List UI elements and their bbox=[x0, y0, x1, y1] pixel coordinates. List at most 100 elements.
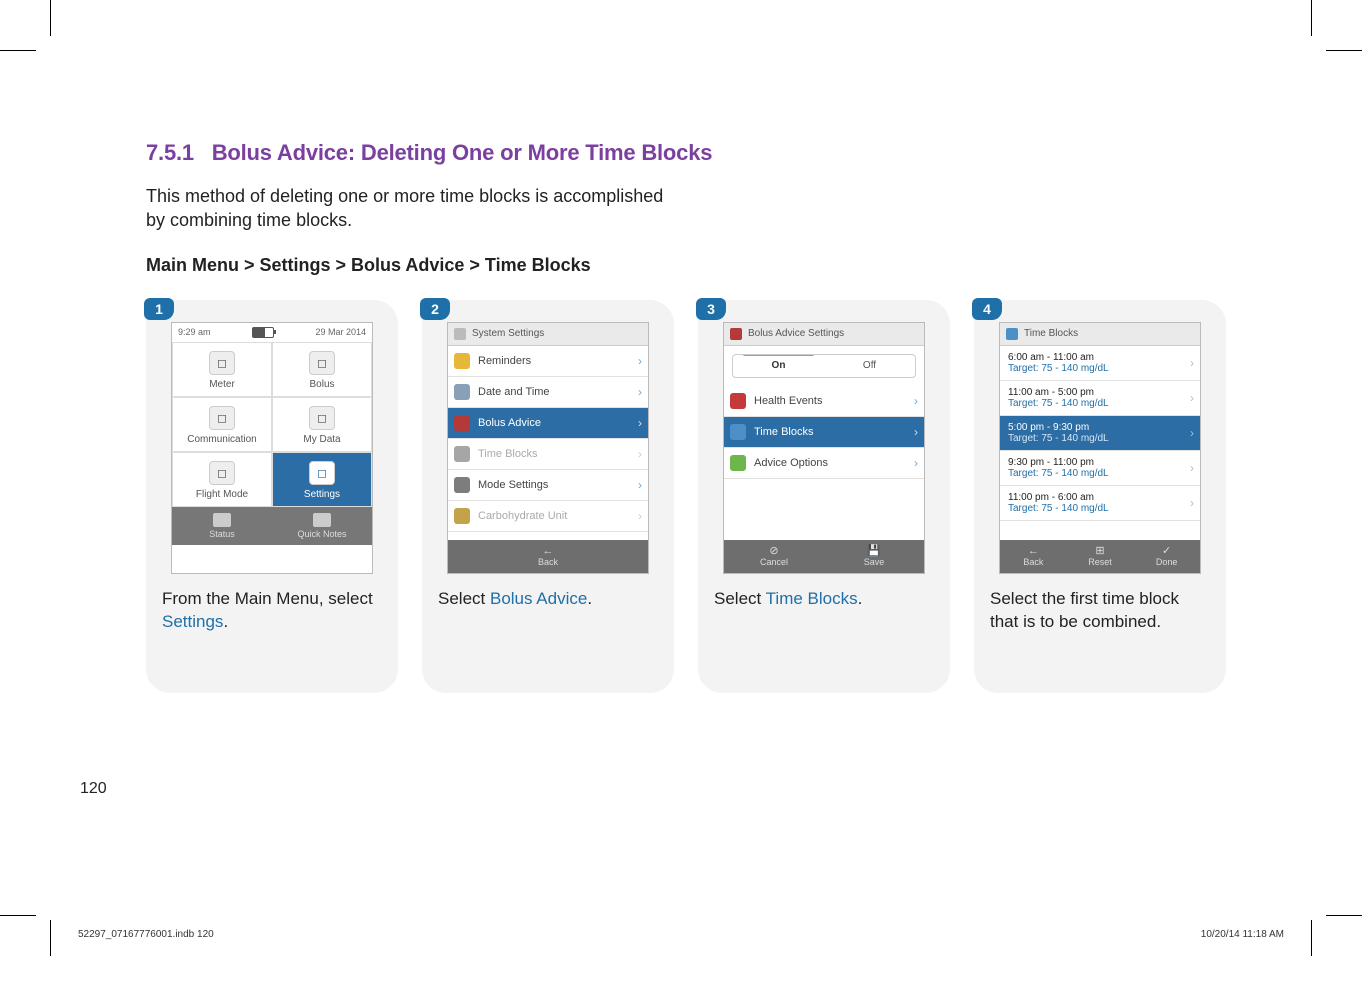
menu-item-time-blocks[interactable]: Time Blocks› bbox=[724, 417, 924, 448]
menu-item-date-and-time[interactable]: Date and Time › bbox=[448, 377, 648, 408]
chevron-right-icon: › bbox=[1190, 426, 1194, 440]
time-block-row[interactable]: 11:00 pm - 6:00 amTarget: 75 - 140 mg/dL… bbox=[1000, 486, 1200, 521]
footer-done-button[interactable]: ✓Done bbox=[1133, 540, 1200, 573]
menu-item-carbohydrate-unit: Carbohydrate Unit› bbox=[448, 501, 648, 532]
row-icon bbox=[454, 508, 470, 524]
steps-row: 1 9:29 am 29 Mar 2014 ◻Meter◻Bolus◻Commu… bbox=[146, 300, 1226, 694]
time-block-row[interactable]: 11:00 am - 5:00 pmTarget: 75 - 140 mg/dL… bbox=[1000, 381, 1200, 416]
row-label: Reminders bbox=[478, 355, 531, 367]
chevron-right-icon: › bbox=[638, 354, 642, 368]
chevron-right-icon: › bbox=[914, 456, 918, 470]
screen-title: Time Blocks bbox=[1024, 328, 1078, 339]
row-label: Date and Time bbox=[478, 386, 550, 398]
row-label: Bolus Advice bbox=[478, 417, 541, 429]
footer-reset-button[interactable]: ⊞Reset bbox=[1067, 540, 1134, 573]
mainmenu-my-data[interactable]: ◻ My Data bbox=[272, 397, 372, 452]
time-block-range: 6:00 am - 11:00 am bbox=[1008, 352, 1192, 363]
flight-icon: ◻ bbox=[209, 461, 235, 485]
step-1-caption: From the Main Menu, select Settings. bbox=[158, 588, 386, 634]
nav-path: Main Menu > Settings > Bolus Advice > Ti… bbox=[146, 255, 1226, 276]
chevron-right-icon: › bbox=[638, 385, 642, 399]
time-block-target: Target: 75 - 140 mg/dL bbox=[1008, 363, 1192, 374]
time-block-row[interactable]: 9:30 pm - 11:00 pmTarget: 75 - 140 mg/dL… bbox=[1000, 451, 1200, 486]
row-icon bbox=[454, 415, 470, 431]
bottom-icon bbox=[313, 513, 331, 527]
footer-icon: ← bbox=[1000, 546, 1067, 557]
mainmenu-communication[interactable]: ◻ Communication bbox=[172, 397, 272, 452]
footer-cancel-button[interactable]: ⊘Cancel bbox=[724, 540, 824, 573]
time-block-range: 11:00 am - 5:00 pm bbox=[1008, 387, 1192, 398]
meter-icon: ◻ bbox=[209, 351, 235, 375]
battery-icon bbox=[252, 327, 274, 338]
chevron-right-icon: › bbox=[1190, 461, 1194, 475]
step-badge: 4 bbox=[972, 298, 1002, 320]
time-block-range: 5:00 pm - 9:30 pm bbox=[1008, 422, 1192, 433]
chevron-right-icon: › bbox=[914, 394, 918, 408]
time-blocks-icon bbox=[1006, 328, 1018, 340]
row-icon bbox=[454, 446, 470, 462]
bolus-icon: ◻ bbox=[309, 351, 335, 375]
screen-title: System Settings bbox=[472, 328, 544, 339]
menu-item-bolus-advice[interactable]: Bolus Advice› bbox=[448, 408, 648, 439]
section-heading: 7.5.1 Bolus Advice: Deleting One or More… bbox=[146, 140, 1226, 166]
on-off-toggle[interactable]: On Off bbox=[732, 354, 916, 378]
mainmenu-label: Settings bbox=[273, 489, 371, 500]
step-2: 2 System Settings Reminders›Date and Tim… bbox=[422, 300, 674, 694]
mainmenu-label: My Data bbox=[273, 434, 371, 445]
mainmenu-bottom-status[interactable]: Status bbox=[172, 507, 272, 545]
settings-icon bbox=[454, 328, 466, 340]
screen-system-settings: System Settings Reminders › Date and Time ›… bbox=[447, 322, 649, 574]
footer-icon: ⊘ bbox=[724, 546, 824, 557]
chevron-right-icon: › bbox=[1190, 356, 1194, 370]
row-icon bbox=[730, 393, 746, 409]
time-block-range: 9:30 pm - 11:00 pm bbox=[1008, 457, 1192, 468]
time-block-row[interactable]: 5:00 pm - 9:30 pmTarget: 75 - 140 mg/dL› bbox=[1000, 416, 1200, 451]
section-number: 7.5.1 bbox=[146, 140, 194, 165]
row-label: Advice Options bbox=[754, 457, 828, 469]
chevron-right-icon: › bbox=[638, 447, 642, 461]
page-number: 120 bbox=[80, 780, 107, 798]
mainmenu-meter[interactable]: ◻Meter bbox=[172, 343, 272, 397]
menu-item-advice-options[interactable]: Advice Options › bbox=[724, 448, 924, 479]
row-icon bbox=[730, 455, 746, 471]
comm-icon: ◻ bbox=[209, 406, 235, 430]
mainmenu-flight-mode[interactable]: ◻ Flight Mode bbox=[172, 452, 272, 507]
time-block-target: Target: 75 - 140 mg/dL bbox=[1008, 503, 1192, 514]
toggle-off[interactable]: Off bbox=[824, 355, 915, 377]
menu-item-reminders[interactable]: Reminders › bbox=[448, 346, 648, 377]
menu-item-time-blocks: Time Blocks› bbox=[448, 439, 648, 470]
menu-item-health-events[interactable]: Health Events › bbox=[724, 386, 924, 417]
row-icon bbox=[730, 424, 746, 440]
file-footer-right: 10/20/14 11:18 AM bbox=[1201, 929, 1284, 940]
mainmenu-bottom-quick-notes[interactable]: Quick Notes bbox=[272, 507, 372, 545]
footer-back-button[interactable]: ←Back bbox=[1000, 540, 1067, 573]
screen-bolus-advice-settings: Bolus Advice Settings On Off Health Even… bbox=[723, 322, 925, 574]
step-4: 4 Time Blocks 6:00 am - 11:00 amTarget: … bbox=[974, 300, 1226, 694]
time-block-row[interactable]: 6:00 am - 11:00 amTarget: 75 - 140 mg/dL… bbox=[1000, 346, 1200, 381]
screen-time-blocks: Time Blocks 6:00 am - 11:00 amTarget: 75… bbox=[999, 322, 1201, 574]
chevron-right-icon: › bbox=[914, 425, 918, 439]
footer-icon: ⊞ bbox=[1067, 546, 1134, 557]
chevron-right-icon: › bbox=[1190, 496, 1194, 510]
step-3-caption: Select Time Blocks. bbox=[710, 588, 938, 611]
bolus-advice-icon bbox=[730, 328, 742, 340]
menu-item-mode-settings[interactable]: Mode Settings› bbox=[448, 470, 648, 501]
mainmenu-label: Bolus bbox=[273, 379, 371, 390]
footer-save-button[interactable]: 💾Save bbox=[824, 540, 924, 573]
mydata-icon: ◻ bbox=[309, 406, 335, 430]
mainmenu-label: Communication bbox=[173, 434, 271, 445]
mainmenu-label: Flight Mode bbox=[173, 489, 271, 500]
row-label: Health Events bbox=[754, 395, 822, 407]
mainmenu-bolus[interactable]: ◻ Bolus bbox=[272, 343, 372, 397]
status-date: 29 Mar 2014 bbox=[315, 327, 366, 337]
chevron-right-icon: › bbox=[638, 509, 642, 523]
mainmenu-settings[interactable]: ◻Settings bbox=[272, 452, 372, 507]
row-icon bbox=[454, 477, 470, 493]
toggle-on[interactable]: On bbox=[733, 355, 824, 377]
file-footer: 52297_07167776001.indb 120 10/20/14 11:1… bbox=[78, 929, 1284, 940]
step-2-caption: Select Bolus Advice. bbox=[434, 588, 662, 611]
chevron-right-icon: › bbox=[638, 478, 642, 492]
page-content: 7.5.1 Bolus Advice: Deleting One or More… bbox=[146, 140, 1226, 693]
footer-back-button[interactable]: ←Back bbox=[448, 540, 648, 573]
intro-text: This method of deleting one or more time… bbox=[146, 184, 666, 233]
